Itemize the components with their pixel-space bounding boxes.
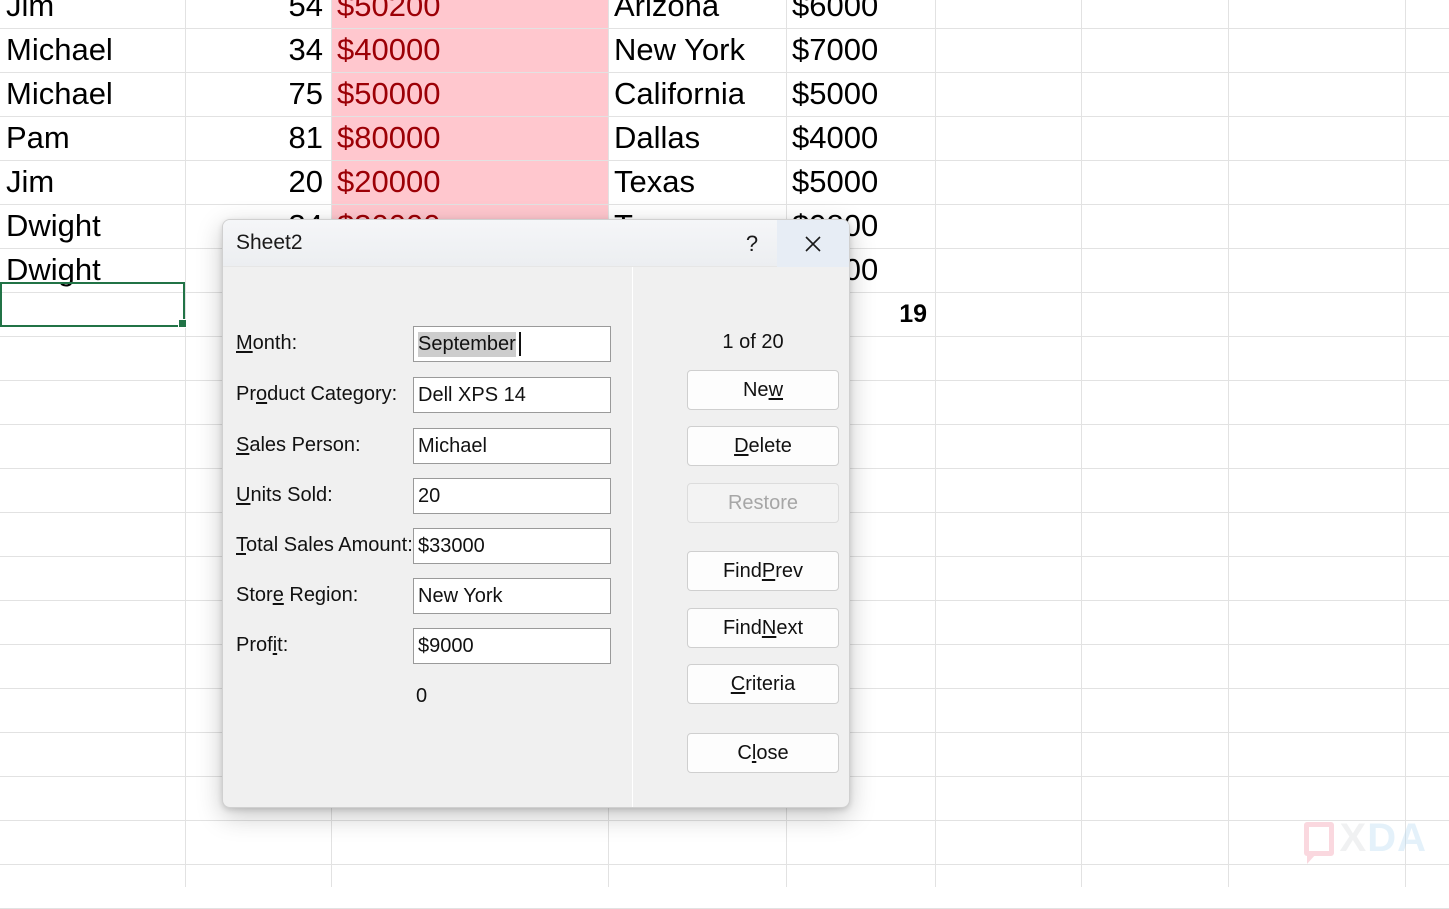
- sheet-cell[interactable]: $20000: [331, 160, 608, 204]
- button-restore: Restore: [687, 483, 839, 523]
- sheet-cell[interactable]: $5000: [786, 72, 935, 116]
- grid-col-line: [1405, 0, 1406, 887]
- sheet-cell[interactable]: 34: [185, 28, 331, 72]
- sheet-cell[interactable]: $50200: [331, 0, 608, 28]
- sheet-cell[interactable]: Dallas: [608, 116, 786, 160]
- form-field-row: Product Category: Dell XPS 14: [223, 377, 623, 413]
- sheet-cell[interactable]: 81: [185, 116, 331, 160]
- question-mark-icon: ?: [746, 231, 758, 257]
- sheet-cell[interactable]: 20: [185, 160, 331, 204]
- field-label: Units Sold:: [236, 484, 333, 507]
- sheet-cell[interactable]: Pam: [0, 116, 185, 160]
- sheet-cell[interactable]: Jim: [0, 0, 185, 28]
- form-field-row: Total Sales Amount:$33000: [223, 528, 623, 564]
- field-input[interactable]: 20: [413, 478, 611, 514]
- sheet-cell[interactable]: 54: [185, 0, 331, 28]
- extra-static-text: 0: [416, 685, 427, 708]
- grid-row-line: [0, 864, 1449, 865]
- button-close[interactable]: Close: [687, 733, 839, 773]
- field-input[interactable]: September: [413, 326, 611, 362]
- field-label: Month:: [236, 332, 297, 355]
- data-form-dialog[interactable]: Sheet2 ? Month: September Product Category…: [222, 219, 850, 808]
- sheet-cell[interactable]: California: [608, 72, 786, 116]
- record-scrollbar[interactable]: [637, 307, 653, 797]
- form-field-row: Month: September: [223, 326, 623, 362]
- button-criteria[interactable]: Criteria: [687, 664, 839, 704]
- field-label: Store Region:: [236, 584, 358, 607]
- button-find-prev[interactable]: Find Prev: [687, 551, 839, 591]
- form-field-row: Sales Person: Michael: [223, 428, 623, 464]
- grid-col-line: [1081, 0, 1082, 887]
- sheet-cell[interactable]: Michael: [0, 28, 185, 72]
- field-input[interactable]: $9000: [413, 628, 611, 664]
- sheet-cell[interactable]: $6000: [786, 0, 935, 28]
- sheet-cell[interactable]: $5000: [786, 160, 935, 204]
- field-input[interactable]: Michael: [413, 428, 611, 464]
- form-field-row: Profit: $9000: [223, 628, 623, 664]
- form-field-row: Units Sold: 20: [223, 478, 623, 514]
- button-delete[interactable]: Delete: [687, 426, 839, 466]
- dialog-body: Month: September Product Category: Dell XPS…: [223, 267, 849, 808]
- sheet-cell[interactable]: Texas: [608, 160, 786, 204]
- field-label: Sales Person:: [236, 434, 361, 457]
- grid-col-line: [1228, 0, 1229, 887]
- dialog-title: Sheet2: [236, 231, 303, 255]
- form-field-row: Store Region: New York: [223, 578, 623, 614]
- field-label: Total Sales Amount:: [236, 534, 413, 557]
- close-button[interactable]: [777, 220, 849, 267]
- field-input[interactable]: $33000: [413, 528, 611, 564]
- sheet-cell[interactable]: $80000: [331, 116, 608, 160]
- sheet-cell[interactable]: $40000: [331, 28, 608, 72]
- grid-row-line: [0, 820, 1449, 821]
- grid-col-line: [935, 0, 936, 887]
- sheet-cell[interactable]: Dwight: [0, 204, 185, 248]
- button-new[interactable]: New: [687, 370, 839, 410]
- fill-handle[interactable]: [178, 319, 187, 328]
- field-input[interactable]: Dell XPS 14: [413, 377, 611, 413]
- help-button[interactable]: ?: [728, 220, 776, 267]
- field-label: Product Category:: [236, 383, 397, 406]
- dialog-titlebar[interactable]: Sheet2 ?: [223, 220, 849, 267]
- pane-divider: [632, 267, 633, 808]
- field-input[interactable]: New York: [413, 578, 611, 614]
- sheet-cell[interactable]: Michael: [0, 72, 185, 116]
- sheet-cell[interactable]: Arizona: [608, 0, 786, 28]
- sheet-cell[interactable]: $7000: [786, 28, 935, 72]
- sheet-cell[interactable]: $50000: [331, 72, 608, 116]
- record-counter: 1 of 20: [663, 331, 843, 354]
- selected-cell[interactable]: [0, 282, 185, 327]
- sheet-cell[interactable]: $4000: [786, 116, 935, 160]
- sheet-cell[interactable]: Jim: [0, 160, 185, 204]
- close-icon: [802, 233, 824, 255]
- button-find-next[interactable]: Find Next: [687, 608, 839, 648]
- sheet-cell[interactable]: New York: [608, 28, 786, 72]
- field-label: Profit:: [236, 634, 288, 657]
- sheet-cell[interactable]: 75: [185, 72, 331, 116]
